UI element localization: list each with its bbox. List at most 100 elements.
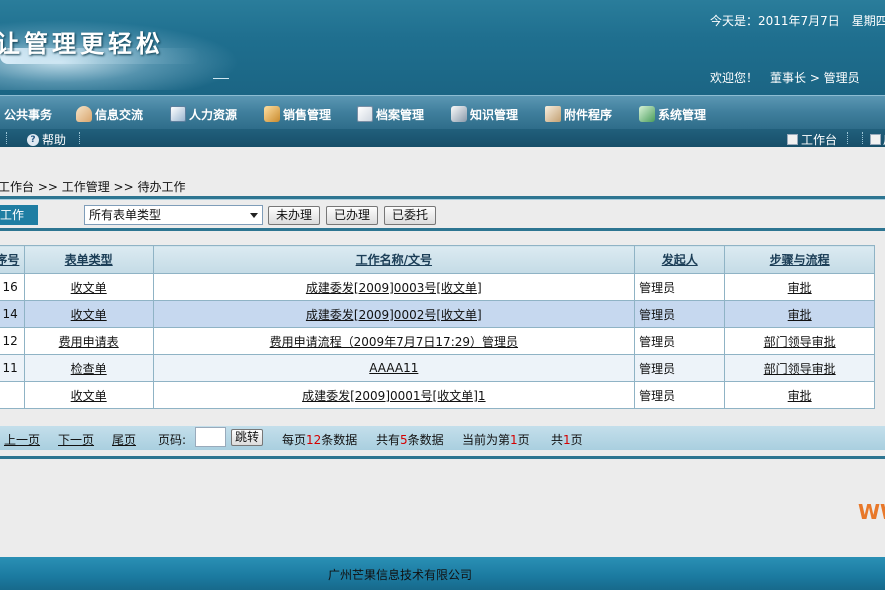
total-value: 5 [400,433,408,447]
total-info: 共有5条数据 [376,431,444,448]
hr-icon [170,106,186,122]
step-link[interactable]: 部门领导审批 [764,335,836,349]
menu-item-attachment[interactable]: 附件程序 [545,104,612,124]
info-exchange-icon [76,106,92,122]
step-link[interactable]: 审批 [788,281,812,295]
total-prefix: 共有 [376,433,401,447]
per-page-prefix: 每页 [282,433,307,447]
cell-work-name: 成建委发[2009]0002号[收文单] [152,300,636,328]
tab-label: 待办工作 [0,208,25,222]
table-row[interactable]: 11 检查单 AAAA11 管理员 部门领导审批 [0,354,875,382]
prev-page-link[interactable]: 上一页 [4,431,40,448]
column-header-initiator[interactable]: 发起人 [634,245,726,274]
divider [847,132,849,144]
help-link[interactable]: ? 帮助 [27,131,66,148]
cell-work-name: AAAA11 [152,354,636,382]
cell-id: 14 [0,300,25,328]
go-button[interactable]: 跳转 [231,429,264,446]
form-type-select[interactable]: 所有表单类型 [84,205,263,225]
divider [79,132,81,144]
slogan-underline [213,78,229,79]
table-row[interactable]: 16 收文单 成建委发[2009]0003号[收文单] 管理员 审批 [0,273,875,301]
work-name-link[interactable]: AAAA11 [369,361,418,375]
tab-pending-work[interactable]: 待办工作 [0,205,38,225]
delegated-button[interactable]: 已委托 [384,206,436,225]
cell-id: 12 [0,327,25,355]
attachment-icon [545,106,561,122]
cell-initiator: 管理员 [634,327,726,355]
pending-button[interactable]: 未办理 [268,206,320,225]
form-type-link[interactable]: 检查单 [71,362,107,376]
form-type-link[interactable]: 收文单 [71,308,107,322]
main-menu-bar: 公共事务 信息交流 人力资源 销售管理 档案管理 知识管理 附件程序 系统管理 [0,95,885,129]
step-link[interactable]: 审批 [788,389,812,403]
cell-initiator: 管理员 [634,273,726,301]
last-page-link[interactable]: 尾页 [112,431,136,448]
menu-item-public-affairs[interactable]: 公共事务 [4,104,52,124]
menu-label: 知识管理 [470,107,519,122]
menu-label: 销售管理 [283,107,332,122]
menu-item-system[interactable]: 系统管理 [639,104,706,124]
current-prefix: 当前为第 [462,433,511,447]
menu-item-sales[interactable]: 销售管理 [264,104,331,124]
work-table: 序号 表单类型 工作名称/文号 发起人 步骤与流程 16 收文单 成建委发[20… [0,245,875,409]
cell-form-type: 收文单 [23,273,154,301]
cell-step: 审批 [724,381,875,409]
header-banner: 让管理更轻松 今天是：2011年7月7日 星期四 欢迎您！ 董事长 > 管理员 [0,0,885,95]
footer: 广州芒果信息技术有限公司 [0,557,885,590]
menu-item-archive[interactable]: 档案管理 [357,104,424,124]
knowledge-icon [451,106,467,122]
per-page-suffix: 条数据 [321,433,358,447]
cell-form-type: 费用申请表 [23,327,154,355]
form-type-link[interactable]: 费用申请表 [59,335,119,349]
cell-initiator: 管理员 [634,354,726,382]
cell-work-name: 费用申请流程（2009年7月7日17:29）管理员 [152,327,636,355]
workbench-link[interactable]: 工作台 [787,131,837,148]
menu-item-knowledge[interactable]: 知识管理 [451,104,518,124]
work-name-link[interactable]: 成建委发[2009]0002号[收文单] [306,308,482,322]
divider [862,132,864,144]
pages-value: 1 [563,433,571,447]
table-row[interactable]: 14 收文单 成建委发[2009]0002号[收文单] 管理员 审批 [0,300,875,328]
menu-item-hr[interactable]: 人力资源 [170,104,237,124]
column-header-step[interactable]: 步骤与流程 [724,245,875,274]
work-name-link[interactable]: 成建委发[2009]0003号[收文单] [306,281,482,295]
current-value: 1 [510,433,518,447]
sub-toolbar: ? 帮助 工作台 后 [0,129,885,147]
done-button[interactable]: 已办理 [326,206,378,225]
next-page-link[interactable]: 下一页 [58,431,94,448]
step-link[interactable]: 审批 [788,308,812,322]
breadcrumb-divider-light [0,199,885,200]
help-icon: ? [27,133,39,146]
help-label: 帮助 [42,133,67,147]
cell-form-type: 收文单 [23,300,154,328]
slogan: 让管理更轻松 [0,29,164,58]
column-header-work-name[interactable]: 工作名称/文号 [152,245,636,274]
page-label: 页码: [158,433,187,447]
page-number-input[interactable] [195,427,226,447]
workbench-icon [787,134,798,145]
back-link[interactable]: 后 [870,131,885,148]
current-page-info: 当前为第1页 [462,431,530,448]
form-type-link[interactable]: 收文单 [71,281,107,295]
table-row[interactable]: 收文单 成建委发[2009]0001号[收文单]1 管理员 审批 [0,381,875,409]
column-header-id[interactable]: 序号 [0,245,25,274]
table-row[interactable]: 12 费用申请表 费用申请流程（2009年7月7日17:29）管理员 管理员 部… [0,327,875,355]
cell-step: 审批 [724,300,875,328]
form-type-link[interactable]: 收文单 [71,389,107,403]
pages-suffix: 页 [570,433,583,447]
work-name-link[interactable]: 费用申请流程（2009年7月7日17:29）管理员 [270,335,518,349]
column-header-form-type[interactable]: 表单类型 [23,245,154,274]
menu-label: 系统管理 [658,107,707,122]
current-suffix: 页 [517,433,530,447]
cell-work-name: 成建委发[2009]0003号[收文单] [152,273,636,301]
menu-item-info-exchange[interactable]: 信息交流 [76,104,143,124]
work-name-link[interactable]: 成建委发[2009]0001号[收文单]1 [302,389,485,403]
cell-id [0,381,25,409]
menu-label: 附件程序 [564,107,613,122]
sales-icon [264,106,280,122]
per-page-value: 12 [306,433,322,447]
cell-step: 部门领导审批 [724,327,875,355]
step-link[interactable]: 部门领导审批 [764,362,836,376]
table-header-row: 序号 表单类型 工作名称/文号 发起人 步骤与流程 [0,245,875,274]
